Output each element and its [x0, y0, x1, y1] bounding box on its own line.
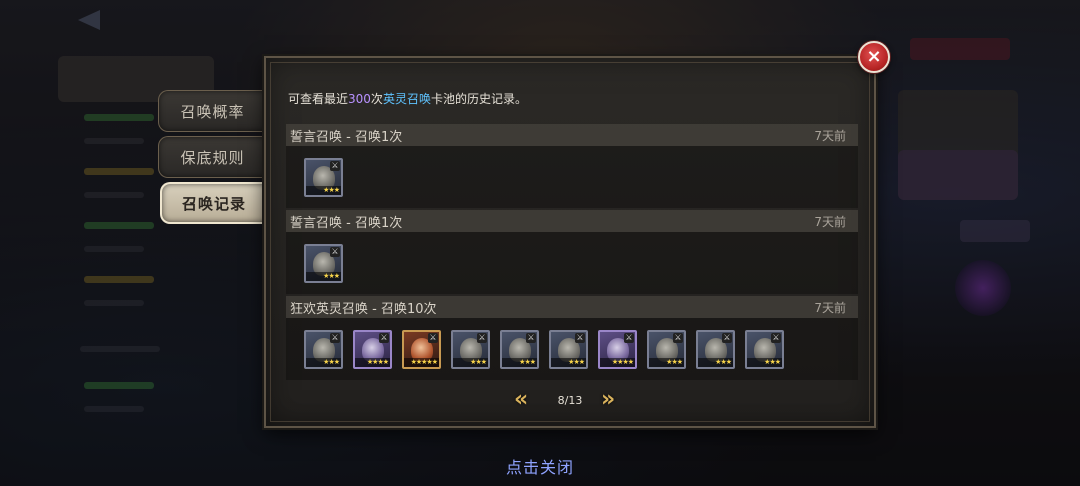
hero-class-icon: ⚔: [771, 333, 781, 343]
hero-class-icon: ⚔: [477, 333, 487, 343]
hero-stars: ★★★: [306, 186, 341, 195]
hero-class-icon: ⚔: [330, 161, 340, 171]
record-section: 誓言召唤 - 召唤1次 7天前 ⚔ ★★★: [286, 124, 858, 208]
hero-portrait[interactable]: ⚔ ★★★: [647, 330, 686, 369]
hero-portrait[interactable]: ⚔ ★★★: [451, 330, 490, 369]
hero-class-icon: ⚔: [330, 247, 340, 257]
hero-portrait[interactable]: ⚔ ★★★: [304, 330, 343, 369]
hero-portrait[interactable]: ⚔ ★★★: [696, 330, 735, 369]
record-body: ⚔ ★★★: [286, 232, 858, 294]
hero-class-icon: ⚔: [379, 333, 389, 343]
hero-stars: ★★★: [551, 358, 586, 367]
hero-stars: ★★★: [453, 358, 488, 367]
hero-class-icon: ⚔: [428, 333, 438, 343]
hero-portrait[interactable]: ⚔ ★★★: [500, 330, 539, 369]
hero-list: ⚔ ★★★: [304, 244, 343, 283]
hero-list: ⚔ ★★★ ⚔ ★★★★ ⚔ ★★★★★ ⚔ ★★★ ⚔ ★★★ ⚔ ★★★ ⚔ ★★★★ ⚔ ★★★ ⚔ ★★★…: [304, 330, 784, 369]
record-section: 誓言召唤 - 召唤1次 7天前 ⚔ ★★★: [286, 210, 858, 294]
note-prefix: 可查看最近: [288, 92, 349, 106]
summon-history-panel: 可查看最近300次英灵召唤卡池的历史记录。 誓言召唤 - 召唤1次 7天前 ⚔ ★…: [264, 56, 876, 428]
history-note: 可查看最近300次英灵召唤卡池的历史记录。: [288, 90, 527, 107]
hero-class-icon: ⚔: [330, 333, 340, 343]
hero-portrait[interactable]: ⚔ ★★★★: [598, 330, 637, 369]
record-body: ⚔ ★★★: [286, 146, 858, 208]
note-pool-name: 英灵召唤: [382, 92, 431, 106]
hero-stars: ★★★: [747, 358, 782, 367]
record-header: 誓言召唤 - 召唤1次 7天前: [286, 210, 858, 232]
note-suffix: 卡池的历史记录。: [430, 92, 527, 106]
record-header: 狂欢英灵召唤 - 召唤10次 7天前: [286, 296, 858, 318]
tap-to-close-hint[interactable]: 点击关闭: [0, 454, 1080, 478]
record-section: 狂欢英灵召唤 - 召唤10次 7天前 ⚔ ★★★ ⚔ ★★★★ ⚔ ★★★★★ ⚔ ★★★ ⚔ ★…: [286, 296, 858, 380]
tab-pity-rules[interactable]: 保底规则: [158, 136, 266, 178]
record-title: 誓言召唤 - 召唤1次: [290, 215, 403, 231]
tab-summon-rate[interactable]: 召唤概率: [158, 90, 266, 132]
note-count: 300: [348, 92, 371, 106]
record-time: 7天前: [814, 128, 846, 143]
record-header: 誓言召唤 - 召唤1次 7天前: [286, 124, 858, 146]
hero-portrait[interactable]: ⚔ ★★★: [549, 330, 588, 369]
hero-stars: ★★★: [649, 358, 684, 367]
hero-stars: ★★★: [698, 358, 733, 367]
next-page-icon[interactable]: »: [601, 389, 615, 411]
hero-portrait[interactable]: ⚔ ★★★★: [353, 330, 392, 369]
hero-class-icon: ⚔: [722, 333, 732, 343]
hero-stars: ★★★: [306, 272, 341, 281]
hero-stars: ★★★: [306, 358, 341, 367]
record-time: 7天前: [814, 214, 846, 229]
record-title: 誓言召唤 - 召唤1次: [290, 129, 403, 145]
note-mid: 次: [370, 92, 383, 106]
record-title: 狂欢英灵召唤 - 召唤10次: [290, 301, 437, 317]
tab-summon-history[interactable]: 召唤记录: [160, 182, 266, 224]
hero-portrait[interactable]: ⚔ ★★★: [304, 158, 343, 197]
hero-stars: ★★★★★: [404, 358, 439, 367]
hero-list: ⚔ ★★★: [304, 158, 343, 197]
hero-portrait[interactable]: ⚔ ★★★: [745, 330, 784, 369]
record-body: ⚔ ★★★ ⚔ ★★★★ ⚔ ★★★★★ ⚔ ★★★ ⚔ ★★★ ⚔ ★★★ ⚔ ★★★★ ⚔ ★★★ ⚔ ★★★…: [286, 318, 858, 380]
hero-stars: ★★★★: [600, 358, 635, 367]
record-time: 7天前: [814, 300, 846, 315]
hero-class-icon: ⚔: [526, 333, 536, 343]
hero-class-icon: ⚔: [673, 333, 683, 343]
pagination: « 8/13 »: [266, 388, 874, 412]
page-indicator: 8/13: [557, 394, 583, 407]
hero-stars: ★★★★: [355, 358, 390, 367]
hero-portrait[interactable]: ⚔ ★★★★★: [402, 330, 441, 369]
hero-class-icon: ⚔: [575, 333, 585, 343]
hero-stars: ★★★: [502, 358, 537, 367]
close-icon[interactable]: ×: [858, 41, 890, 73]
hero-class-icon: ⚔: [624, 333, 634, 343]
hero-portrait[interactable]: ⚔ ★★★: [304, 244, 343, 283]
